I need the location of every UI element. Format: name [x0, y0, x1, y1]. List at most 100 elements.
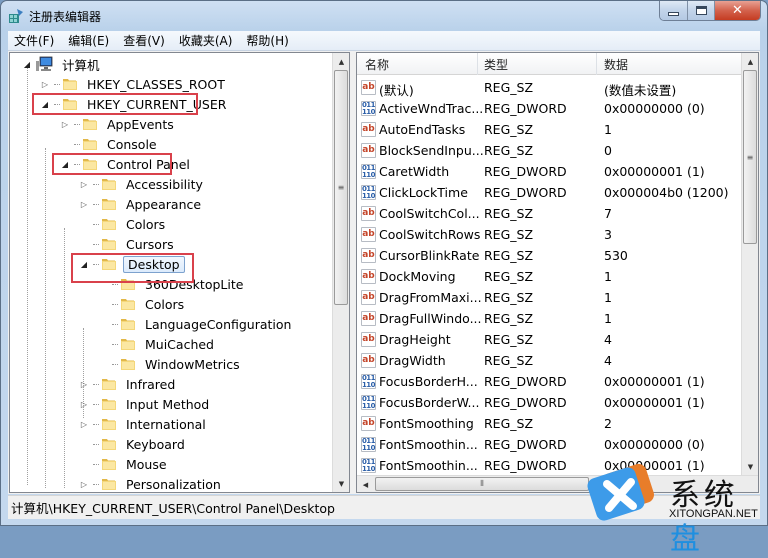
value-type: REG_SZ [484, 416, 534, 431]
close-button[interactable]: ✕ [714, 1, 760, 20]
value-data: 7 [604, 206, 612, 221]
tree-item-label: Keyboard [126, 436, 185, 452]
tree-item[interactable]: ▷ Accessibility [79, 174, 206, 194]
tree-item[interactable]: WindowMetrics [98, 354, 243, 374]
tree-item-label: Colors [145, 296, 185, 312]
tree-connector [93, 203, 99, 205]
value-type: REG_SZ [484, 80, 534, 95]
value-row[interactable]: ab DragFullWindo... REG_SZ 1 [357, 308, 741, 329]
value-type: REG_SZ [484, 248, 534, 263]
client-area: ◢ 计算机 ▷ HKEY_CLASSES_ROOT ◢ HKEY_CURRENT_US… [8, 51, 760, 494]
tree-item[interactable]: LanguageConfiguration [98, 314, 294, 334]
scroll-up-icon[interactable]: ▲ [333, 53, 349, 70]
value-row[interactable]: ab FontSmoothing REG_SZ 2 [357, 413, 741, 434]
title-bar[interactable]: 注册表编辑器 ✕ [1, 1, 767, 31]
string-value-icon: ab [361, 80, 376, 95]
expand-arrow-icon[interactable]: ▷ [79, 400, 89, 409]
folder-icon [82, 117, 98, 131]
tree-item[interactable]: Console [60, 134, 160, 154]
value-row[interactable]: 011 110 ActiveWndTrac... REG_DWORD 0x000000… [357, 98, 741, 119]
tree-item[interactable]: ▷ HKEY_CLASSES_ROOT [40, 74, 228, 94]
value-name: (默认) [379, 83, 414, 98]
value-row[interactable]: 011 110 CaretWidth REG_DWORD 0x00000001 (1) [357, 161, 741, 182]
tree-item[interactable]: ▷ Input Method [79, 394, 212, 414]
value-type: REG_SZ [484, 227, 534, 242]
value-row[interactable]: 011 110 FocusBorderW... REG_DWORD 0x0000000… [357, 392, 741, 413]
minimize-button[interactable] [660, 1, 687, 20]
expand-arrow-icon[interactable]: ▷ [79, 380, 89, 389]
folder-icon [120, 317, 136, 331]
list-hscroll-thumb[interactable]: ⦀ [375, 477, 589, 491]
value-type: REG_DWORD [484, 101, 567, 116]
column-header-data[interactable]: 数据 [604, 56, 628, 73]
value-data: 0x000004b0 (1200) [604, 185, 729, 200]
dword-value-icon: 011 110 [361, 394, 376, 410]
expand-arrow-icon[interactable]: ▷ [79, 180, 89, 189]
value-row[interactable]: ab DragHeight REG_SZ 4 [357, 329, 741, 350]
tree-root-label: 计算机 [62, 57, 100, 73]
tree-item[interactable]: MuiCached [98, 334, 217, 354]
column-divider[interactable] [596, 53, 597, 75]
value-row[interactable]: 011 110 FontSmoothin... REG_DWORD 0x0000000… [357, 434, 741, 455]
list-header: 名称 类型 数据 [357, 53, 741, 75]
column-header-type[interactable]: 类型 [484, 56, 508, 73]
expand-arrow-icon[interactable]: ▷ [40, 80, 50, 89]
tree-item[interactable]: Cursors [79, 234, 177, 254]
column-divider[interactable] [477, 53, 478, 75]
expand-arrow-icon[interactable]: ▷ [79, 480, 89, 489]
scroll-up-icon[interactable]: ▲ [742, 53, 758, 70]
value-type: REG_SZ [484, 290, 534, 305]
value-row[interactable]: ab DragFromMaxi... REG_SZ 1 [357, 287, 741, 308]
list-scroll-thumb[interactable]: ≡ [743, 70, 757, 244]
value-name: DragFromMaxi... [379, 290, 482, 305]
tree-connector [112, 303, 118, 305]
tree-item[interactable]: ▷ AppEvents [60, 114, 177, 134]
tree-item[interactable]: ▷ Appearance [79, 194, 204, 214]
value-name: CoolSwitchCol... [379, 206, 480, 221]
tree-item[interactable]: ▷ International [79, 414, 209, 434]
menu-file[interactable]: 文件(F) [8, 32, 60, 49]
list-vertical-scrollbar[interactable]: ▲ ≡ ▼ [741, 53, 758, 475]
dword-value-icon: 011 110 [361, 163, 376, 179]
watermark-url: XITONGPAN.NET [669, 508, 758, 520]
value-row[interactable]: ab BlockSendInpu... REG_SZ 0 [357, 140, 741, 161]
value-row[interactable]: ab DragWidth REG_SZ 4 [357, 350, 741, 371]
folder-icon [120, 357, 136, 371]
value-name: FocusBorderW... [379, 395, 480, 410]
value-row[interactable]: ab (默认) REG_SZ (数值未设置) [357, 77, 741, 98]
value-row[interactable]: 011 110 FocusBorderH... REG_DWORD 0x0000000… [357, 371, 741, 392]
tree-connector [112, 343, 118, 345]
column-header-name[interactable]: 名称 [365, 56, 389, 73]
annotation-highlight-box [32, 93, 198, 115]
tree-root-computer[interactable]: ◢ 计算机 [22, 54, 103, 74]
tree-item[interactable]: ▷ Infrared [79, 374, 178, 394]
expand-arrow-icon[interactable]: ◢ [22, 60, 32, 69]
value-data: 1 [604, 122, 612, 137]
scroll-down-icon[interactable]: ▼ [333, 475, 349, 492]
minimize-icon [668, 11, 679, 16]
menu-favorites[interactable]: 收藏夹(A) [173, 32, 239, 49]
tree-scroll-thumb[interactable]: ≡ [334, 70, 348, 305]
maximize-button[interactable] [687, 1, 714, 20]
tree-item[interactable]: Colors [98, 294, 187, 314]
value-row[interactable]: ab CursorBlinkRate REG_SZ 530 [357, 245, 741, 266]
tree-item[interactable]: Colors [79, 214, 168, 234]
tree-vertical-scrollbar[interactable]: ▲ ≡ ▼ [332, 53, 349, 492]
expand-arrow-icon[interactable]: ▷ [79, 420, 89, 429]
tree-item[interactable]: Mouse [79, 454, 170, 474]
menu-edit[interactable]: 编辑(E) [62, 32, 115, 49]
expand-arrow-icon[interactable]: ▷ [79, 200, 89, 209]
value-data: 1 [604, 290, 612, 305]
menu-help[interactable]: 帮助(H) [240, 32, 294, 49]
scroll-left-icon[interactable]: ◀ [357, 476, 374, 492]
expand-arrow-icon[interactable]: ▷ [60, 120, 70, 129]
value-row[interactable]: ab CoolSwitchCol... REG_SZ 7 [357, 203, 741, 224]
tree-item[interactable]: ▷ Personalization [79, 474, 224, 492]
value-row[interactable]: ab CoolSwitchRows REG_SZ 3 [357, 224, 741, 245]
value-row[interactable]: 011 110 ClickLockTime REG_DWORD 0x000004b0 … [357, 182, 741, 203]
value-row[interactable]: ab DockMoving REG_SZ 1 [357, 266, 741, 287]
value-name: FontSmoothing [379, 416, 474, 431]
value-row[interactable]: ab AutoEndTasks REG_SZ 1 [357, 119, 741, 140]
menu-view[interactable]: 查看(V) [117, 32, 171, 49]
tree-item[interactable]: Keyboard [79, 434, 188, 454]
